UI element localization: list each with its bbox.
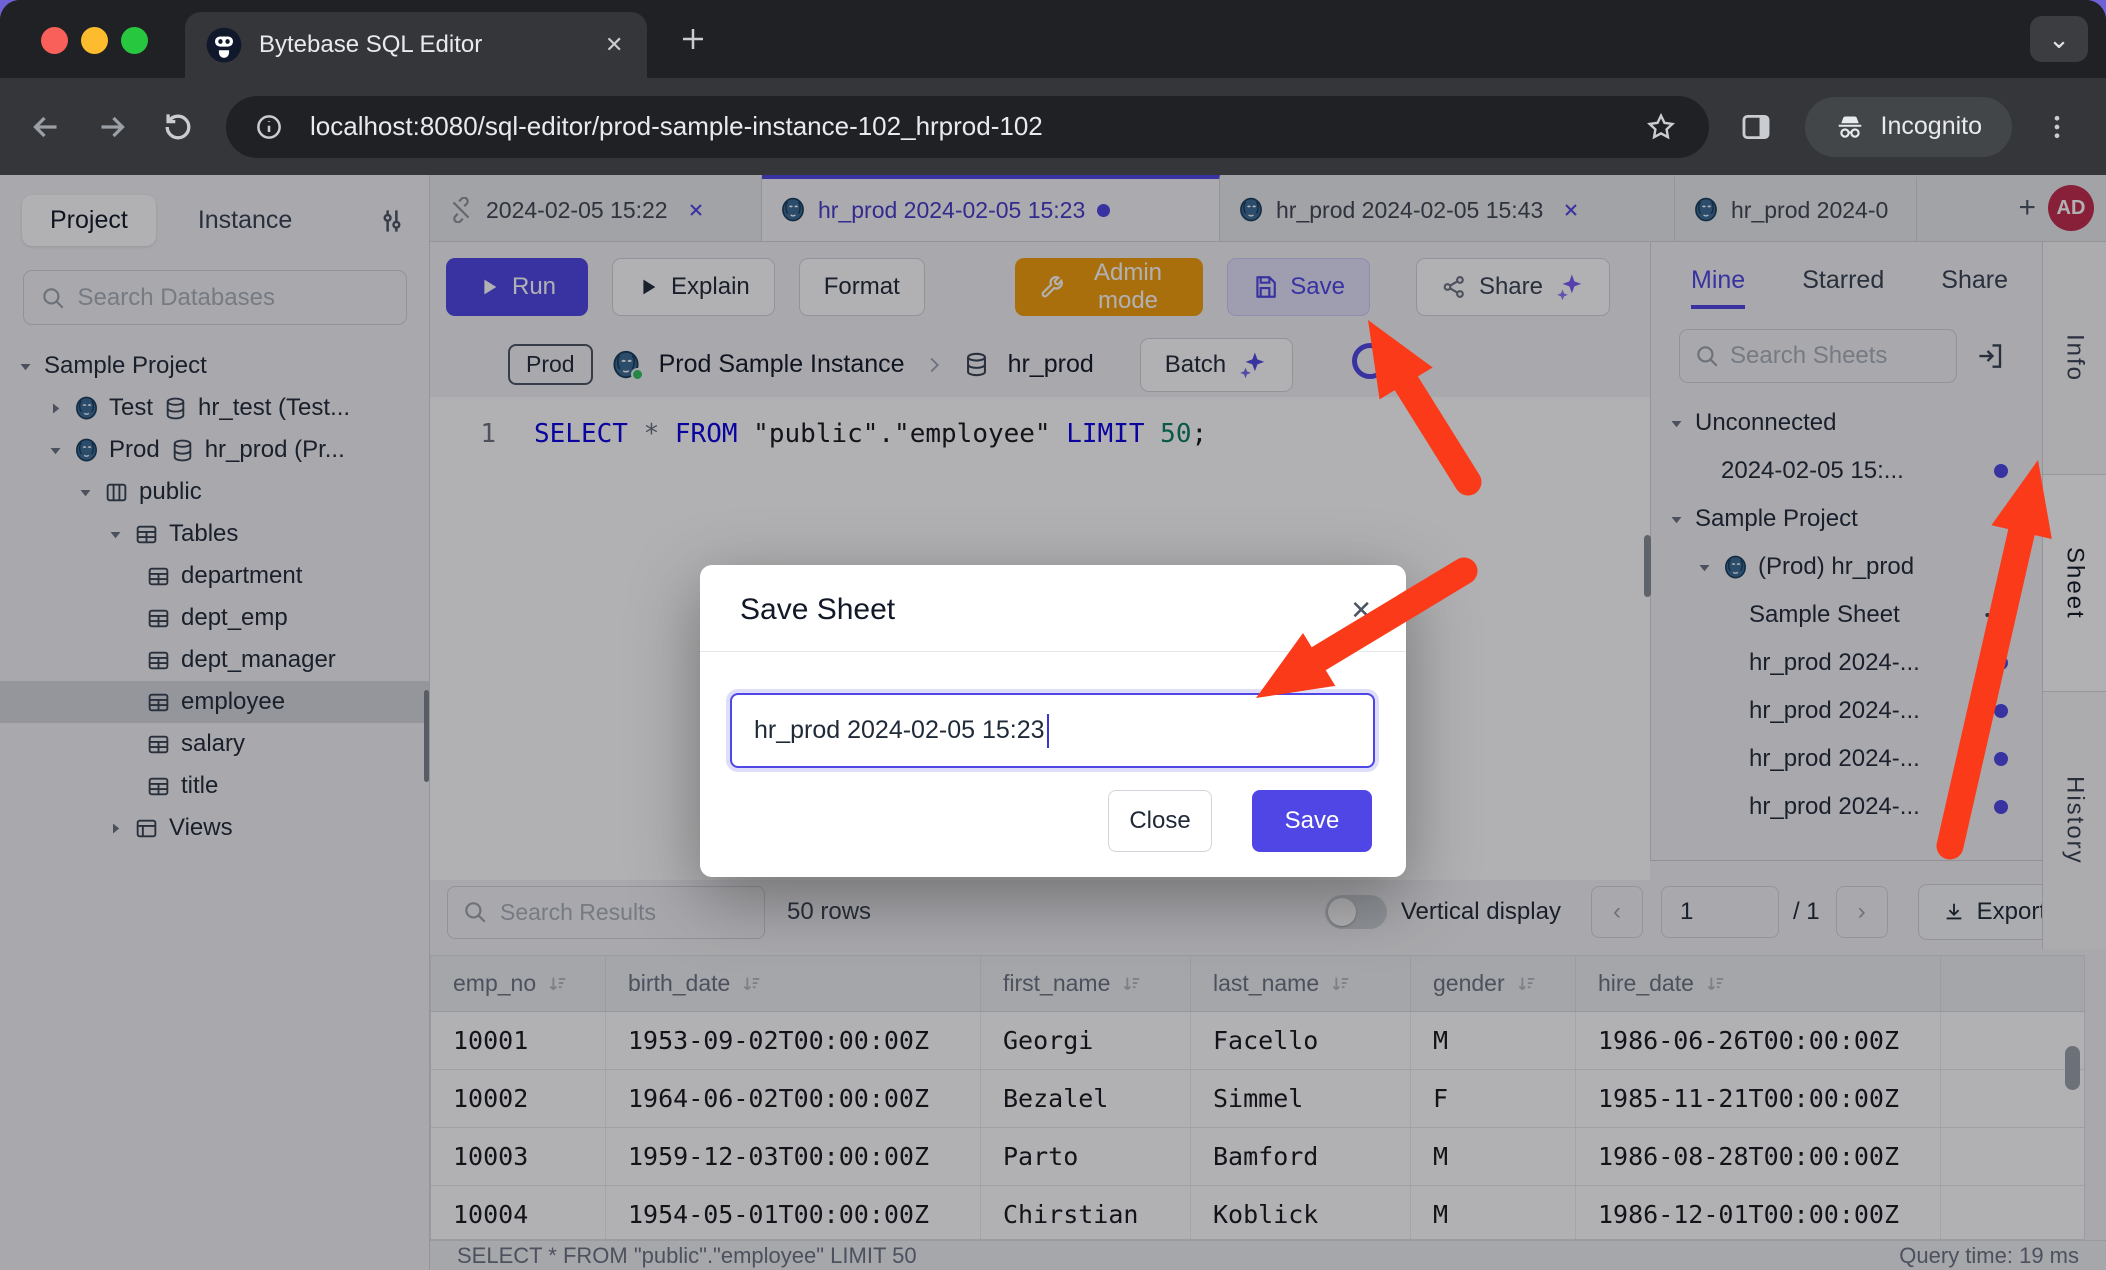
bytebase-favicon-icon [205, 26, 243, 64]
sheet-name-input[interactable]: hr_prod 2024-02-05 15:23 [730, 693, 1375, 768]
bookmark-star-icon[interactable] [1645, 111, 1681, 143]
incognito-icon [1835, 112, 1865, 142]
traffic-zoom-button[interactable] [121, 27, 148, 54]
incognito-badge: Incognito [1805, 97, 2012, 157]
dialog-close-icon[interactable]: ✕ [1350, 595, 1372, 626]
dialog-divider [700, 651, 1406, 652]
traffic-minimize-button[interactable] [81, 27, 108, 54]
reload-icon[interactable] [160, 109, 196, 145]
text-cursor [1047, 714, 1049, 748]
back-icon[interactable] [28, 109, 64, 145]
browser-tab-close-icon[interactable]: ✕ [605, 32, 627, 58]
dialog-title: Save Sheet [740, 593, 895, 627]
bytebase-page: Project Instance Sample ProjectTesthr_te… [0, 175, 2106, 1270]
incognito-label: Incognito [1881, 112, 1982, 141]
new-tab-button[interactable] [678, 24, 708, 54]
forward-icon[interactable] [94, 109, 130, 145]
browser-chrome: Bytebase SQL Editor ✕ ⌄ localhost:8080/s… [0, 0, 2106, 175]
site-info-icon[interactable] [254, 112, 290, 142]
browser-menu-kebab-icon[interactable] [2042, 112, 2078, 142]
url-bar[interactable]: localhost:8080/sql-editor/prod-sample-in… [226, 96, 1709, 158]
tab-search-chevron-button[interactable]: ⌄ [2030, 16, 2088, 62]
browser-toolbar: localhost:8080/sql-editor/prod-sample-in… [0, 78, 2106, 175]
traffic-close-button[interactable] [41, 27, 68, 54]
browser-tab-title: Bytebase SQL Editor [259, 31, 589, 59]
url-text: localhost:8080/sql-editor/prod-sample-in… [310, 111, 1625, 142]
dialog-close-button[interactable]: Close [1108, 790, 1212, 852]
side-panel-icon[interactable] [1739, 110, 1775, 144]
screen: Bytebase SQL Editor ✕ ⌄ localhost:8080/s… [0, 0, 2106, 1270]
dialog-save-button[interactable]: Save [1252, 790, 1372, 852]
browser-tab[interactable]: Bytebase SQL Editor ✕ [185, 12, 647, 78]
browser-tabstrip: Bytebase SQL Editor ✕ ⌄ [0, 0, 2106, 78]
sheet-name-value: hr_prod 2024-02-05 15:23 [754, 716, 1045, 745]
save-sheet-dialog: Save Sheet ✕ hr_prod 2024-02-05 15:23 Cl… [700, 565, 1406, 877]
